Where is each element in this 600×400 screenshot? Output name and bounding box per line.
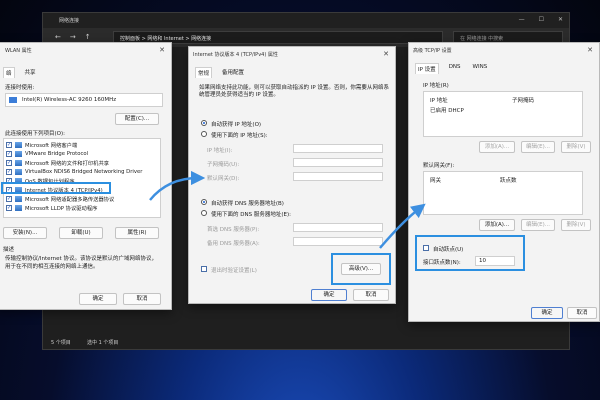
tutorial-arrows <box>149 170 426 249</box>
arrow-to-ipv4 <box>149 170 206 201</box>
arrow-to-advanced <box>379 203 426 249</box>
